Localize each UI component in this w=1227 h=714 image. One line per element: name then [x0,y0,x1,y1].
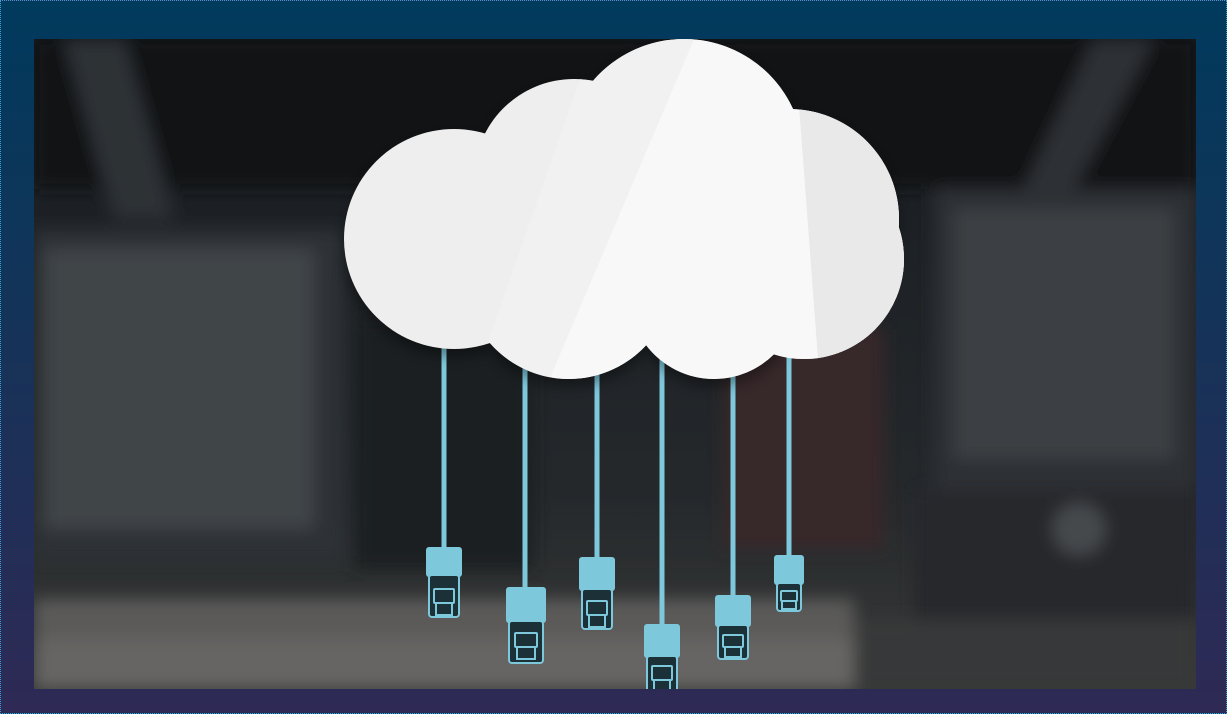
cloud-network-illustration [34,39,1196,689]
photo-scene [34,39,1196,689]
image-frame [0,0,1227,714]
connector-2 [506,587,546,664]
connector-3 [579,557,615,630]
connector-1 [426,547,462,618]
connector-5 [715,595,751,660]
connector-6 [774,555,804,612]
connector-4 [644,624,680,689]
